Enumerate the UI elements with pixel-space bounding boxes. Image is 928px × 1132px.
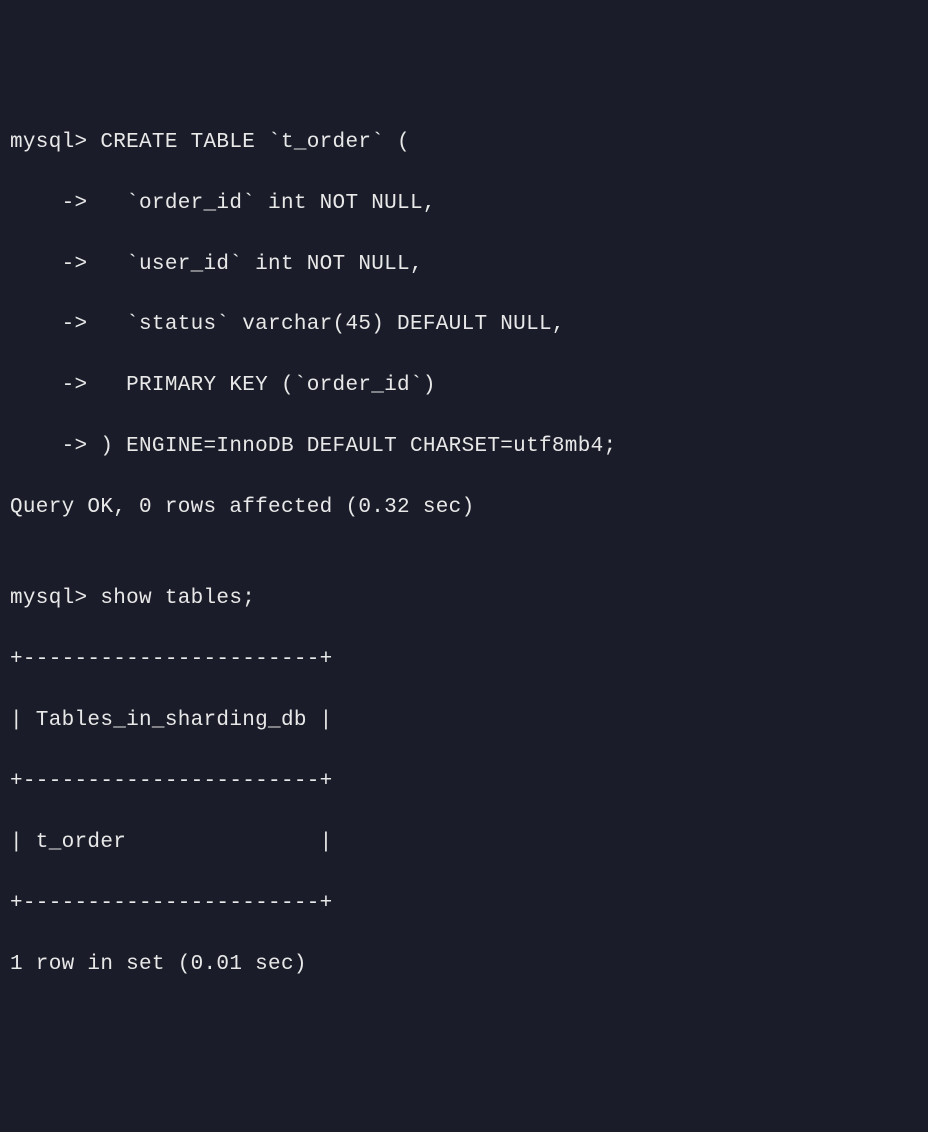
terminal-line: mysql> CREATE TABLE `t_order` ( bbox=[10, 128, 918, 158]
terminal-line: -> `order_id` int NOT NULL, bbox=[10, 189, 918, 219]
terminal-line: | t_order | bbox=[10, 828, 918, 858]
terminal-line: mysql> show tables; bbox=[10, 584, 918, 614]
terminal-line: -> `user_id` int NOT NULL, bbox=[10, 250, 918, 280]
terminal-line: +-----------------------+ bbox=[10, 645, 918, 675]
terminal-line: Query OK, 0 rows affected (0.32 sec) bbox=[10, 493, 918, 523]
terminal-line: -> ) ENGINE=InnoDB DEFAULT CHARSET=utf8m… bbox=[10, 432, 918, 462]
terminal-line: 1 row in set (0.01 sec) bbox=[10, 950, 918, 980]
terminal-line: -> `status` varchar(45) DEFAULT NULL, bbox=[10, 310, 918, 340]
terminal-line: +-----------------------+ bbox=[10, 889, 918, 919]
terminal-line: +-----------------------+ bbox=[10, 767, 918, 797]
terminal-line: -> PRIMARY KEY (`order_id`) bbox=[10, 371, 918, 401]
terminal-line: | Tables_in_sharding_db | bbox=[10, 706, 918, 736]
